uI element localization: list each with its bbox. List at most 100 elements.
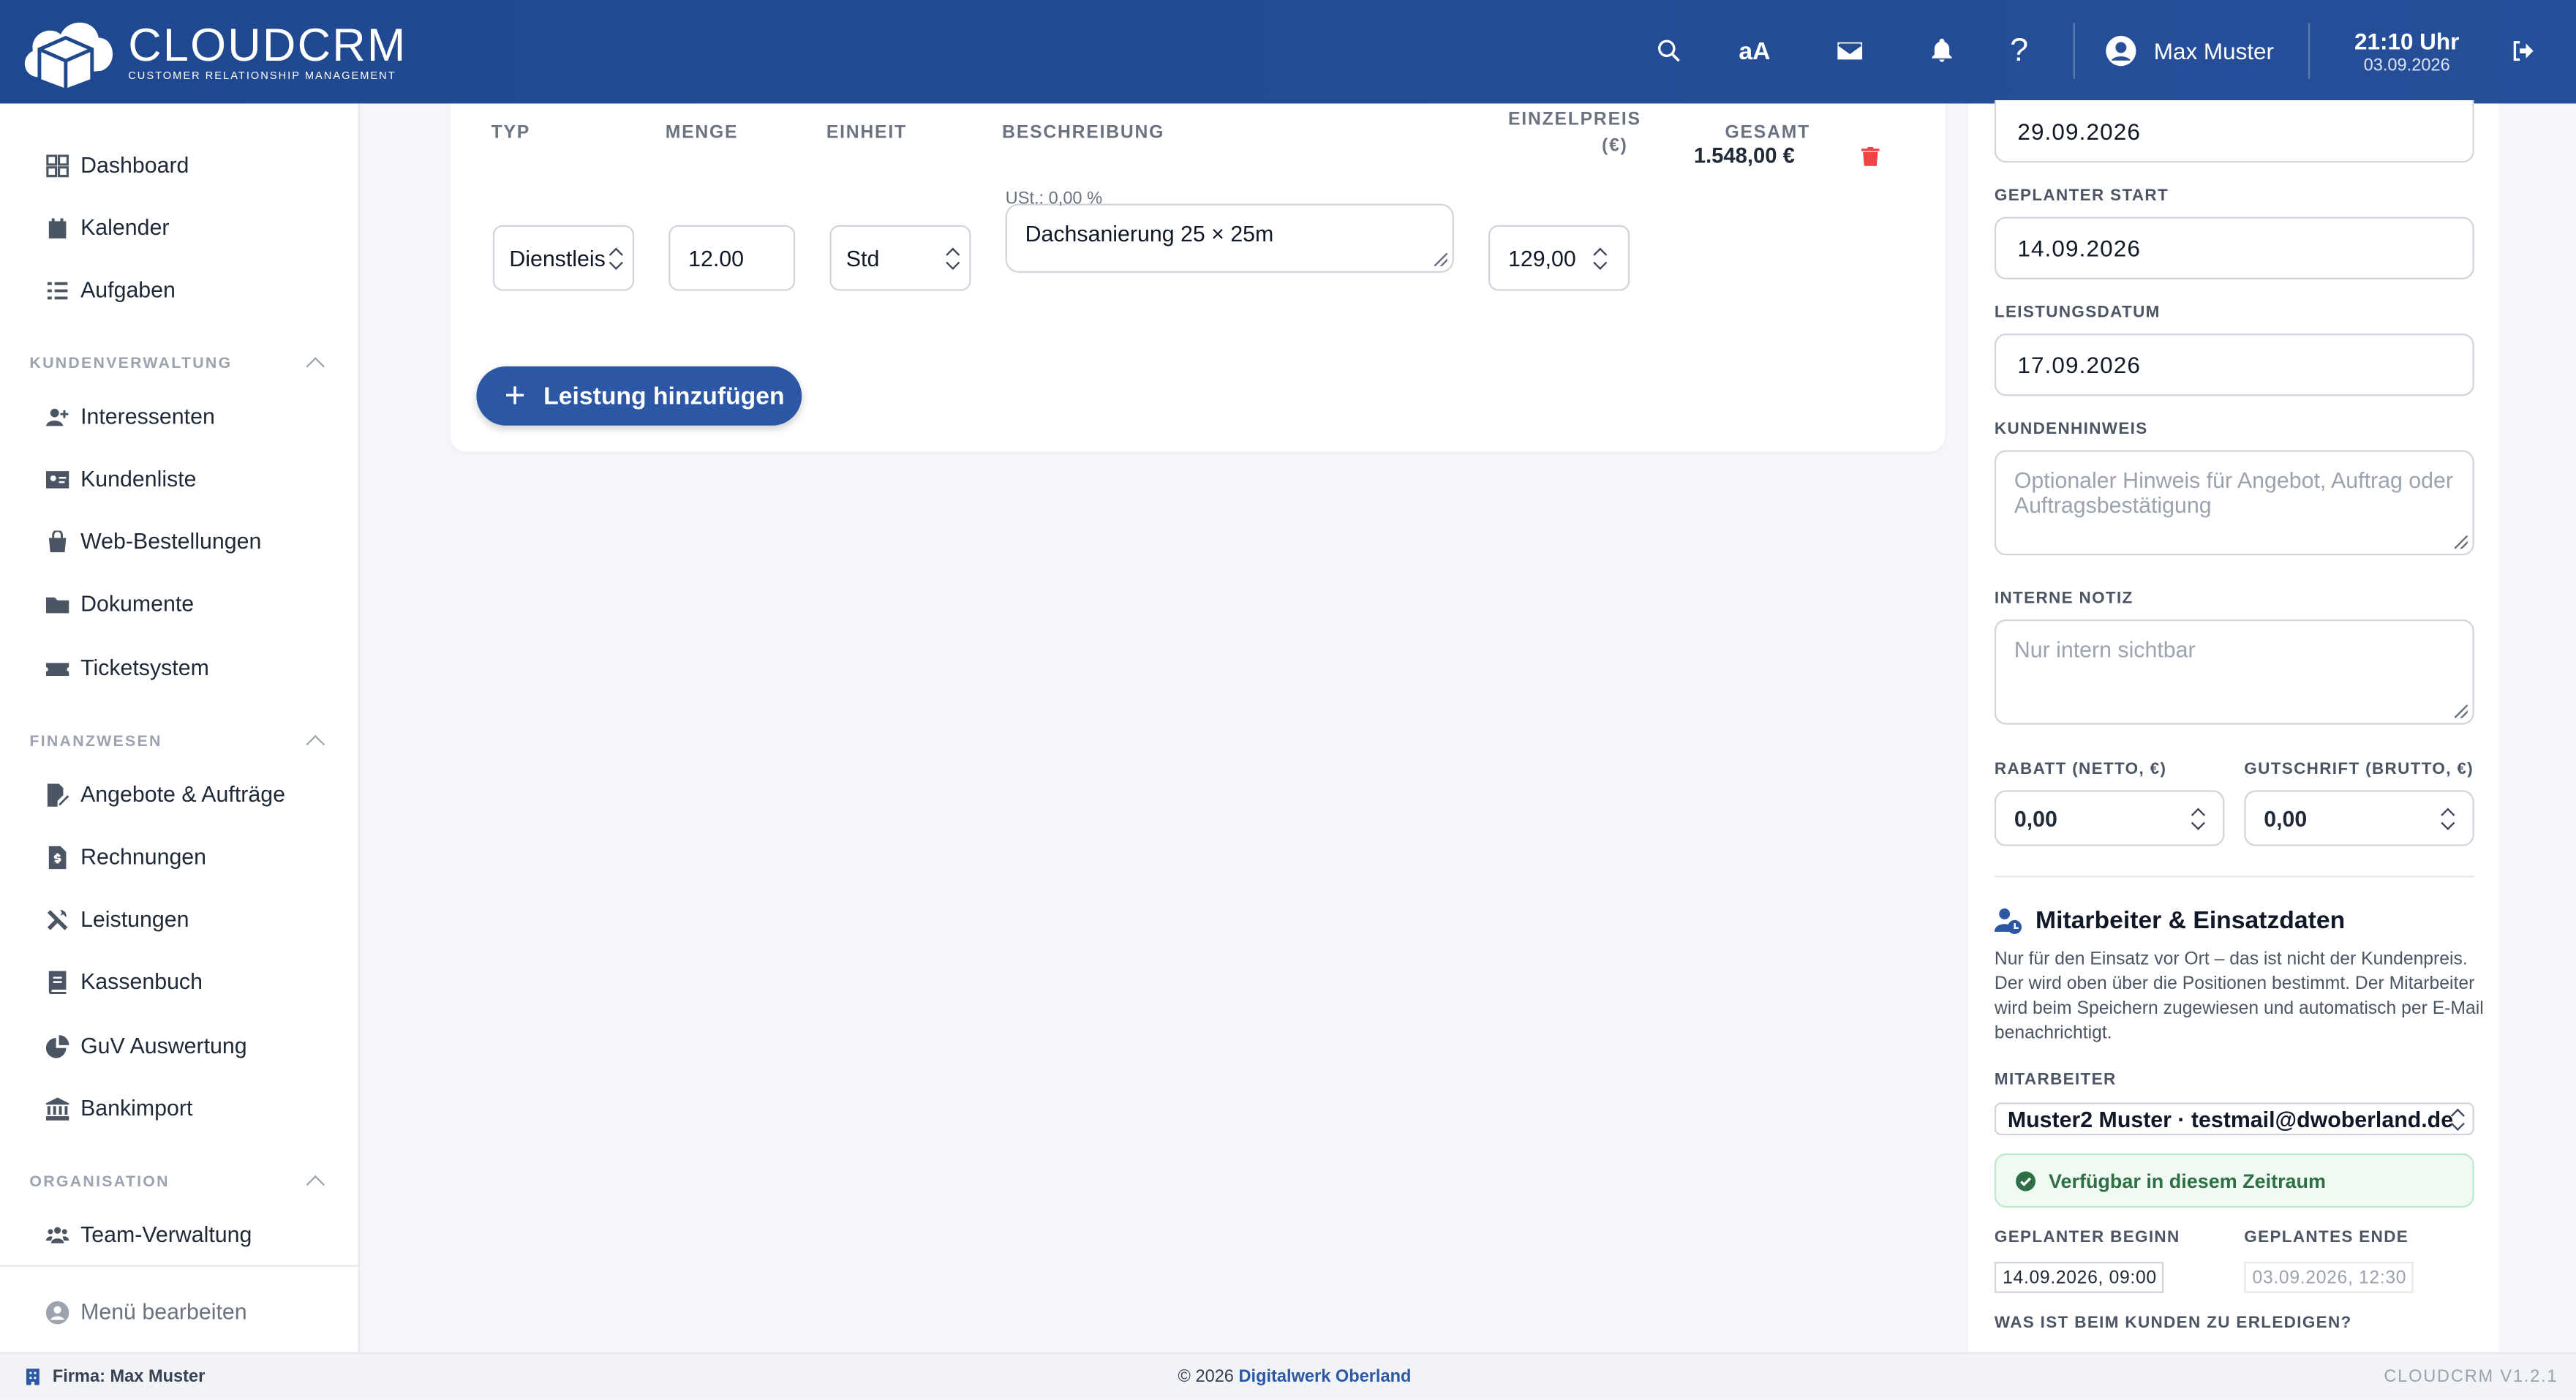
availability-badge: Verfügbar in diesem Zeitraum [1994,1153,2474,1208]
sidebar-item-label: Web-Bestellungen [80,529,262,554]
section-title: KUNDENVERWALTUNG [29,354,233,372]
folder-icon [45,596,69,613]
col-header-einzelpreis-unit: (€) [1602,136,1628,157]
book-icon [48,970,67,993]
mitarbeiter-label: MITARBEITER [1994,1071,2117,1090]
bell-icon[interactable] [1924,33,1959,69]
clock-time: 21:10 Uhr [2354,28,2460,55]
user-clock-icon [1994,908,2022,935]
section-organisation[interactable]: ORGANISATION [29,1172,325,1194]
brand-tagline: CUSTOMER RELATIONSHIP MANAGEMENT [128,70,396,83]
mitarbeiter-title: Mitarbeiter & Einsatzdaten [2035,906,2346,936]
date-top-value: 29.09.2026 [2017,117,2141,144]
leistungsdatum-field[interactable]: 17.09.2026 [1994,333,2474,396]
rabatt-input[interactable]: 0,00 [1994,790,2225,846]
kundenhinweis-textarea[interactable]: Optionaler Hinweis für Angebot, Auftrag … [1994,450,2474,556]
user-plus-icon [45,407,69,426]
ende-datetime-input[interactable]: 03.09.2026, 12:30 [2244,1262,2414,1293]
logout-icon[interactable] [2505,33,2541,69]
sidebar-item-label: Dokumente [80,591,195,617]
section-finanzwesen[interactable]: FINANZWESEN [29,731,325,754]
gutschrift-input[interactable]: 0,00 [2244,790,2474,846]
ende-value: 03.09.2026, 12:30 [2252,1267,2407,1287]
interne-notiz-label: INTERNE NOTIZ [1994,590,2134,609]
file-signature-icon [47,783,69,806]
edit-menu-button[interactable]: Menü bearbeiten [45,1300,247,1324]
sidebar-item-kassenbuch[interactable]: Kassenbuch [46,969,203,994]
rabatt-value: 0,00 [2014,805,2057,831]
id-card-icon [45,470,69,488]
col-header-typ: TYP [491,123,531,143]
einzelpreis-input[interactable]: 129,00 [1488,225,1630,291]
beginn-label: GEPLANTER BEGINN [1994,1229,2180,1247]
sidebar-item-kundenliste[interactable]: Kundenliste [45,467,197,492]
clock-date: 03.09.2026 [2363,56,2450,76]
resize-handle-icon[interactable] [1434,252,1447,266]
section-kundenverwaltung[interactable]: KUNDENVERWALTUNG [29,353,325,376]
sidebar-item-ticketsystem[interactable]: Ticketsystem [45,655,209,680]
date-field-top[interactable]: 29.09.2026 [1994,100,2474,163]
sidebar-item-guv[interactable]: GuV Auswertung [45,1033,247,1058]
beginn-datetime-input[interactable]: 14.09.2026, 09:00 [1994,1262,2164,1293]
beginn-value: 14.09.2026, 09:00 [2003,1267,2157,1287]
tasks-icon [47,281,68,299]
trash-icon[interactable] [1861,145,1880,166]
font-size-icon[interactable]: aA [1736,33,1772,69]
stepper-arrows-icon[interactable] [2191,808,2204,829]
sidebar-item-kalender[interactable]: Kalender [46,215,170,240]
search-icon[interactable] [1651,33,1687,69]
sidebar-item-label: Interessenten [80,404,215,429]
add-service-button[interactable]: + Leistung hinzufügen [476,366,802,426]
col-header-beschreibung: BESCHREIBUNG [1002,123,1165,143]
sidebar-item-dashboard[interactable]: Dashboard [46,153,189,178]
sidebar-item-angebote[interactable]: Angebote & Aufträge [46,782,285,807]
row-total: 1.548,00 € [1693,143,1795,168]
stepper-arrows-icon[interactable] [1594,248,1607,269]
mitarbeiter-select[interactable]: Muster2 Muster · testmail@dwoberland.de [1994,1102,2474,1136]
sidebar-item-aufgaben[interactable]: Aufgaben [46,277,176,303]
resize-handle-icon[interactable] [2454,704,2468,718]
menge-input[interactable]: 12.00 [669,225,796,291]
sidebar-item-label: Dashboard [80,152,189,178]
geplanter-start-field[interactable]: 14.09.2026 [1994,217,2474,279]
stepper-arrows-icon[interactable] [2441,808,2455,829]
footer-version: CLOUDCRM V1.2.1 [2384,1366,2558,1387]
sidebar-item-dokumente[interactable]: Dokumente [45,591,195,617]
typ-value: Dienstleis [509,245,606,271]
mitarbeiter-value: Muster2 Muster · testmail@dwoberland.de [2007,1106,2454,1132]
mail-icon[interactable] [1832,33,1868,69]
ust-hint: USt.: 0,00 % [1005,189,1103,209]
einzelpreis-value: 129,00 [1508,245,1576,271]
sidebar-item-bankimport[interactable]: Bankimport [45,1096,193,1121]
panel-divider [1994,876,2474,878]
footer-copyright: © 2026 Digitalwerk Oberland [1178,1367,1412,1387]
calendar-icon [48,217,67,238]
sidebar-item-interessenten[interactable]: Interessenten [45,404,215,429]
sidebar-item-web-bestellungen[interactable]: Web-Bestellungen [46,529,261,554]
sidebar-item-label: Team-Verwaltung [80,1222,252,1247]
brand-logo[interactable]: CLOUDCRM CUSTOMER RELATIONSHIP MANAGEMEN… [16,15,407,91]
user-menu[interactable]: Max Muster [2104,34,2274,67]
col-header-gesamt: GESAMT [1725,123,1810,143]
sidebar-item-label: Kalender [80,215,170,240]
add-service-label: Leistung hinzufügen [543,382,785,410]
section-title: ORGANISATION [29,1172,170,1191]
sidebar-item-rechnungen[interactable]: Rechnungen [46,845,206,869]
user-icon [2106,36,2136,67]
beschreibung-textarea[interactable]: Dachsanierung 25 × 25m [1005,203,1454,273]
sidebar-item-label: Aufgaben [80,277,176,303]
einheit-value: Std [846,245,880,271]
resize-handle-icon[interactable] [2454,535,2468,549]
typ-select[interactable]: Dienstleis [492,225,635,291]
gutschrift-value: 0,00 [2264,805,2308,831]
company-link[interactable]: Digitalwerk Oberland [1238,1367,1411,1387]
interne-notiz-textarea[interactable]: Nur intern sichtbar [1994,619,2474,725]
sidebar-item-team[interactable]: Team-Verwaltung [45,1222,252,1247]
sidebar-item-leistungen[interactable]: Leistungen [46,907,189,932]
einheit-select[interactable]: Std [829,225,971,291]
footer-firma: Firma: Max Muster [52,1366,206,1387]
footer: Firma: Max Muster © 2026 Digitalwerk Obe… [0,1352,2576,1400]
help-icon[interactable]: ? [2001,32,2037,69]
shopping-bag-icon [48,530,67,552]
sidebar-item-label: GuV Auswertung [80,1033,247,1058]
